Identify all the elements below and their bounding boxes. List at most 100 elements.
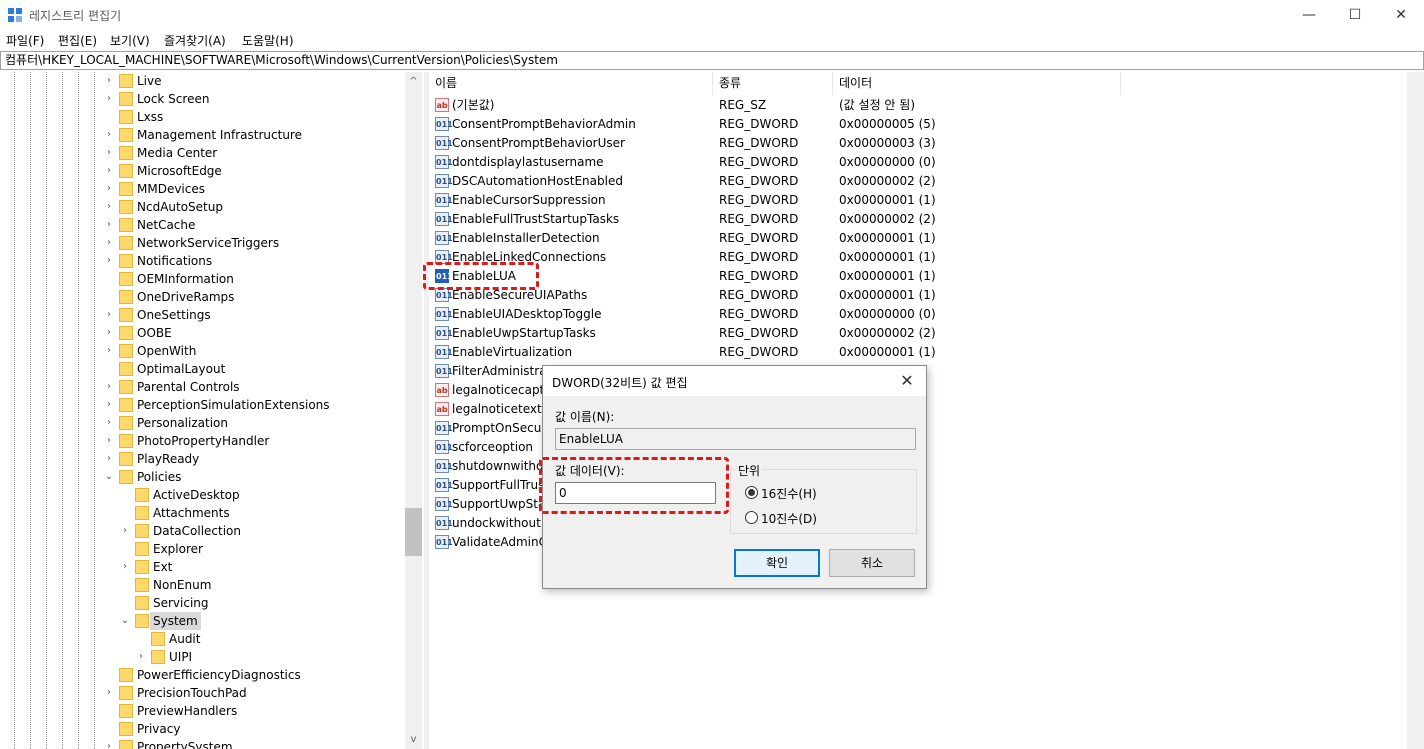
tree-item[interactable]: › PlayReady [0, 450, 404, 468]
tree-item[interactable]: ⌄ System [0, 612, 404, 630]
tree-item[interactable]: › NcdAutoSetup [0, 198, 404, 216]
tree-item-label: Live [137, 74, 162, 88]
address-bar[interactable]: 컴퓨터\HKEY_LOCAL_MACHINE\SOFTWARE\Microsof… [0, 51, 1424, 70]
chevron-right-icon[interactable]: › [103, 342, 115, 360]
tree-item[interactable]: › PerceptionSimulationExtensions [0, 396, 404, 414]
chevron-down-icon[interactable]: ⌄ [119, 612, 131, 630]
value-row[interactable]: ab (기본값) REG_SZ (값 설정 안 됨) [429, 96, 1129, 115]
hex-radio[interactable] [745, 486, 758, 499]
value-row[interactable]: 011 EnableCursorSuppression REG_DWORD 0x000… [429, 191, 1129, 210]
list-scrollbar[interactable] [1407, 72, 1424, 749]
hex-radio-label[interactable]: 16진수(H) [761, 485, 817, 502]
chevron-right-icon[interactable]: › [103, 216, 115, 234]
tree-item[interactable]: › OpenWith [0, 342, 404, 360]
tree-item[interactable]: OEMInformation [0, 270, 404, 288]
value-row[interactable]: 011 EnableVirtualization REG_DWORD 0x000000… [429, 343, 1129, 362]
value-row[interactable]: 011 ConsentPromptBehaviorAdmin REG_DWORD 0x… [429, 115, 1129, 134]
tree-item[interactable]: › Personalization [0, 414, 404, 432]
chevron-right-icon[interactable]: › [135, 648, 147, 666]
value-row[interactable]: 011 ConsentPromptBehaviorUser REG_DWORD 0x0… [429, 134, 1129, 153]
cancel-button[interactable]: 취소 [829, 549, 915, 577]
chevron-right-icon[interactable]: › [103, 72, 115, 90]
tree-item[interactable]: › OOBE [0, 324, 404, 342]
chevron-right-icon[interactable]: › [103, 90, 115, 108]
chevron-right-icon[interactable]: › [103, 144, 115, 162]
chevron-right-icon[interactable]: › [103, 396, 115, 414]
chevron-right-icon[interactable]: › [119, 558, 131, 576]
tree-item[interactable]: › Notifications [0, 252, 404, 270]
dec-radio-label[interactable]: 10진수(D) [761, 510, 817, 527]
folder-icon [119, 74, 133, 88]
tree-item[interactable]: › UIPI [0, 648, 404, 666]
tree-item[interactable]: › Lock Screen [0, 90, 404, 108]
tree-item[interactable]: Privacy [0, 720, 404, 738]
value-row[interactable]: 011 EnableUIADesktopToggle REG_DWORD 0x0000… [429, 305, 1129, 324]
tree-item[interactable]: Attachments [0, 504, 404, 522]
chevron-right-icon[interactable]: › [103, 252, 115, 270]
chevron-right-icon[interactable]: › [103, 378, 115, 396]
column-name-header[interactable]: 이름 [429, 72, 713, 95]
tree-item[interactable]: › PhotoPropertyHandler [0, 432, 404, 450]
close-button[interactable]: ✕ [1378, 0, 1424, 30]
tree-item[interactable]: PowerEfficiencyDiagnostics [0, 666, 404, 684]
tree-item[interactable]: Audit [0, 630, 404, 648]
menu-file[interactable]: 파일(F) [6, 32, 44, 49]
tree-item[interactable]: PreviewHandlers [0, 702, 404, 720]
tree-scrollbar[interactable] [405, 72, 422, 749]
chevron-right-icon[interactable]: › [103, 198, 115, 216]
tree-scroll-up-icon[interactable]: ^ [405, 73, 422, 90]
chevron-right-icon[interactable]: › [103, 234, 115, 252]
value-row[interactable]: 011 dontdisplaylastusername REG_DWORD 0x000… [429, 153, 1129, 172]
chevron-right-icon[interactable]: › [103, 126, 115, 144]
tree-item[interactable]: ⌄ Policies [0, 468, 404, 486]
tree-item[interactable]: OneDriveRamps [0, 288, 404, 306]
tree-item[interactable]: › Media Center [0, 144, 404, 162]
chevron-right-icon[interactable]: › [103, 450, 115, 468]
tree-item[interactable]: Lxss [0, 108, 404, 126]
menu-help[interactable]: 도움말(H) [242, 32, 294, 49]
menu-view[interactable]: 보기(V) [110, 32, 150, 49]
tree-item[interactable]: › Live [0, 72, 404, 90]
chevron-right-icon[interactable]: › [103, 432, 115, 450]
menu-edit[interactable]: 편집(E) [58, 32, 97, 49]
chevron-right-icon[interactable]: › [103, 324, 115, 342]
chevron-down-icon[interactable]: ⌄ [103, 468, 115, 486]
dialog-close-icon[interactable]: ✕ [896, 370, 918, 392]
tree-item[interactable]: › NetworkServiceTriggers [0, 234, 404, 252]
tree-item[interactable]: › OneSettings [0, 306, 404, 324]
value-row[interactable]: 011 EnableInstallerDetection REG_DWORD 0x00… [429, 229, 1129, 248]
tree-item[interactable]: › Parental Controls [0, 378, 404, 396]
column-type-header[interactable]: 종류 [713, 72, 833, 95]
tree-scroll-down-icon[interactable]: v [405, 731, 422, 748]
tree-item[interactable]: › MicrosoftEdge [0, 162, 404, 180]
tree-item[interactable]: OptimalLayout [0, 360, 404, 378]
chevron-right-icon[interactable]: › [103, 162, 115, 180]
chevron-right-icon[interactable]: › [103, 684, 115, 702]
chevron-right-icon[interactable]: › [103, 414, 115, 432]
column-data-header[interactable]: 데이터 [833, 72, 1121, 95]
tree-item[interactable]: › PropertySystem [0, 738, 404, 749]
tree-scrollbar-thumb[interactable] [405, 508, 422, 556]
tree-item[interactable]: › NetCache [0, 216, 404, 234]
tree-item[interactable]: › Ext [0, 558, 404, 576]
tree-item[interactable]: Explorer [0, 540, 404, 558]
tree-item[interactable]: Servicing [0, 594, 404, 612]
tree-item[interactable]: ActiveDesktop [0, 486, 404, 504]
chevron-right-icon[interactable]: › [103, 306, 115, 324]
chevron-right-icon[interactable]: › [103, 180, 115, 198]
value-row[interactable]: 011 EnableUwpStartupTasks REG_DWORD 0x00000… [429, 324, 1129, 343]
menu-favorites[interactable]: 즐겨찾기(A) [164, 32, 226, 49]
tree-item[interactable]: › PrecisionTouchPad [0, 684, 404, 702]
chevron-right-icon[interactable]: › [119, 522, 131, 540]
dec-radio[interactable] [745, 511, 758, 524]
tree-item[interactable]: NonEnum [0, 576, 404, 594]
chevron-right-icon[interactable]: › [103, 738, 115, 749]
maximize-button[interactable]: ☐ [1332, 0, 1378, 30]
ok-button[interactable]: 확인 [734, 549, 820, 577]
minimize-button[interactable]: — [1286, 0, 1332, 30]
value-row[interactable]: 011 DSCAutomationHostEnabled REG_DWORD 0x00… [429, 172, 1129, 191]
value-row[interactable]: 011 EnableFullTrustStartupTasks REG_DWORD 0… [429, 210, 1129, 229]
tree-item[interactable]: › Management Infrastructure [0, 126, 404, 144]
tree-item[interactable]: › DataCollection [0, 522, 404, 540]
tree-item[interactable]: › MMDevices [0, 180, 404, 198]
